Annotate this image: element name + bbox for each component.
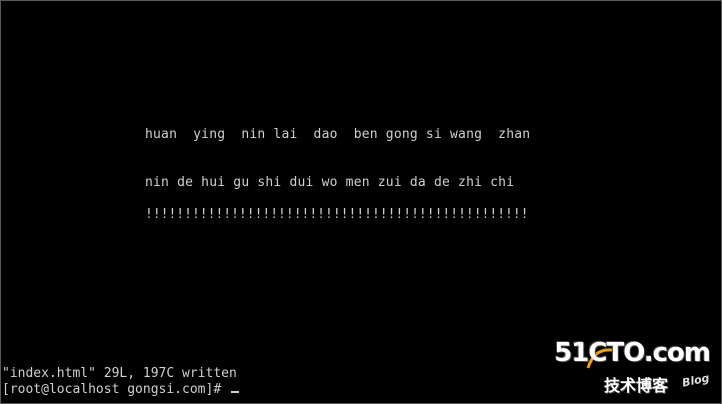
terminal-screen[interactable]: huan ying nin lai dao ben gong si wang z… [0, 0, 722, 404]
watermark-subtitle: 技术博客 [604, 376, 669, 395]
vim-status-message: "index.html" 29L, 197C written [2, 366, 237, 381]
content-line-welcome: huan ying nin lai dao ben gong si wang z… [145, 127, 531, 142]
shell-prompt-line[interactable]: [root@localhost gongsi.com]# [2, 382, 239, 397]
shell-prompt: [root@localhost gongsi.com]# [2, 382, 229, 397]
watermark-blog-label: Blog [681, 371, 712, 390]
watermark-site-name: 51CTO.com [554, 338, 711, 368]
text-cursor [230, 391, 239, 393]
content-line-thanks: nin de hui gu shi dui wo men zui da de z… [145, 175, 515, 190]
site-watermark: 51CTO.com 技术博客 Blog [554, 338, 714, 396]
content-line-exclamations: !!!!!!!!!!!!!!!!!!!!!!!!!!!!!!!!!!!!!!!!… [145, 207, 529, 222]
